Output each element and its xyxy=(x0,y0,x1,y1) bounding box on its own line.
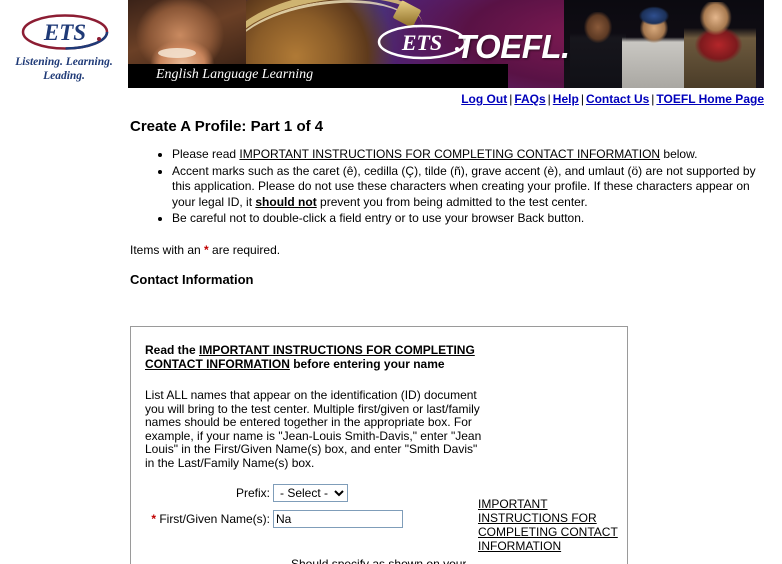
page-title: Create A Profile: Part 1 of 4 xyxy=(130,118,324,135)
intro-bullet-accent-marks: Accent marks such as the caret (ê), cedi… xyxy=(172,164,770,211)
nav-link-faqs[interactable]: FAQs xyxy=(514,92,545,106)
side-important-instructions-link[interactable]: IMPORTANT INSTRUCTIONS FOR COMPLETING CO… xyxy=(478,497,618,553)
required-note-pre: Items with an xyxy=(130,242,205,257)
side-instructions-column: IMPORTANT INSTRUCTIONS FOR COMPLETING CO… xyxy=(478,497,618,553)
read-instructions-pre: Read the xyxy=(145,343,200,357)
nav-link-toefl-home-page[interactable]: TOEFL Home Page xyxy=(656,92,764,106)
read-instructions-heading: Read the IMPORTANT INSTRUCTIONS FOR COMP… xyxy=(145,343,475,371)
important-instructions-link[interactable]: IMPORTANT INSTRUCTIONS FOR COMPLETING CO… xyxy=(239,147,660,161)
bullet-1-text-pre: Please read xyxy=(172,147,240,161)
utility-nav: Log Out | FAQs | Help | Contact Us | TOEFL Home … xyxy=(0,92,768,106)
names-help-text: List ALL names that appear on the identi… xyxy=(145,388,482,470)
banner-toefl-wordmark: TOEFL. xyxy=(456,28,570,65)
svg-text:ETS: ETS xyxy=(43,20,86,45)
banner-student-3 xyxy=(684,2,756,88)
bullet-2-emphasis: should not xyxy=(255,194,317,209)
prefix-select[interactable]: - Select - xyxy=(273,484,348,502)
banner-student-2 xyxy=(622,6,686,88)
first-name-input[interactable] xyxy=(273,510,403,528)
banner-ets-logo-icon: ETS xyxy=(377,24,467,60)
nav-separator: | xyxy=(580,92,584,106)
cut-off-next-field-label: Should specify as shown on your xyxy=(291,557,467,564)
bullet-2-text-post: prevent you from being admitted to the t… xyxy=(316,194,588,209)
ets-corporate-logo: ETS Listening. Learning. Leading. xyxy=(0,0,128,90)
intro-bullet-double-click: Be careful not to double-click a field e… xyxy=(172,211,770,227)
page-header: ETS Listening. Learning. Leading. ETS TO… xyxy=(0,0,782,90)
read-instructions-post: before entering your name xyxy=(289,357,445,371)
banner-student-1 xyxy=(570,12,626,88)
section-heading-contact-information: Contact Information xyxy=(130,271,254,287)
nav-link-help[interactable]: Help xyxy=(553,92,579,106)
bullet-1-text-post: below. xyxy=(660,147,698,161)
main-content: Create A Profile: Part 1 of 4 Please rea… xyxy=(130,118,770,293)
prefix-label: Prefix: xyxy=(235,486,270,500)
nav-link-contact-us[interactable]: Contact Us xyxy=(586,92,649,106)
intro-bullet-read-instructions: Please read IMPORTANT INSTRUCTIONS FOR C… xyxy=(172,147,770,163)
nav-link-log-out[interactable]: Log Out xyxy=(461,92,507,106)
required-note-post: are required. xyxy=(208,242,281,257)
banner-slogan-text: English Language Learning xyxy=(156,67,314,82)
intro-instruction-list: Please read IMPORTANT INSTRUCTIONS FOR C… xyxy=(130,147,770,227)
first-name-label-text: First/Given Name(s): xyxy=(155,512,270,526)
ets-logo-icon: ETS xyxy=(21,14,109,50)
banner-student-group-photo xyxy=(564,0,764,88)
nav-separator: | xyxy=(547,92,551,106)
required-fields-note: Items with an * are required. xyxy=(130,243,770,257)
first-name-label: * First/Given Name(s): xyxy=(145,512,273,526)
banner-slogan-strip: English Language Learning xyxy=(128,64,508,88)
toefl-masthead-banner: ETS TOEFL. English Language Learning xyxy=(128,0,764,88)
ets-tagline: Listening. Learning. Leading. xyxy=(15,56,113,82)
svg-text:ETS: ETS xyxy=(401,30,442,55)
